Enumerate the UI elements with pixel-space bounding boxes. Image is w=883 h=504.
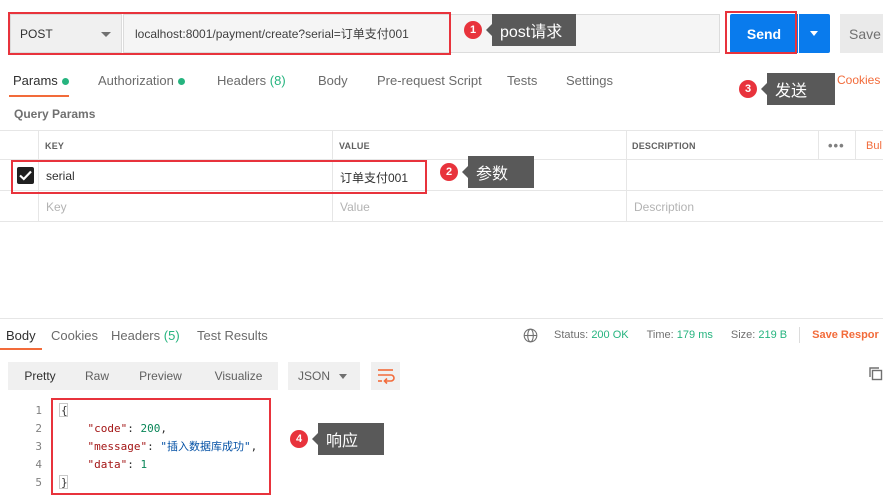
annotation-callout: 发送 [761,73,835,105]
active-tab-indicator [9,95,69,97]
response-headers-count: (5) [163,328,180,343]
wrap-lines-button[interactable] [371,362,400,390]
json-key: "data" [87,457,128,471]
tab-params[interactable]: Params [13,73,69,88]
column-key: KEY [45,141,65,151]
column-value: VALUE [339,141,370,151]
param-enabled-checkbox[interactable] [17,167,34,184]
json-key: "code" [87,421,128,435]
annotation-badge: 3 [739,80,757,98]
json-value: "插入数据库成功" [160,440,251,453]
json-value: 1 [140,457,148,471]
more-options-icon[interactable]: ••• [828,138,845,153]
code-text: "data": 1 [87,457,148,471]
annotation-callout: 参数 [462,156,534,188]
send-button[interactable]: Send [730,14,798,53]
annotation-callout: post请求 [486,14,576,46]
headers-count: (8) [269,73,286,88]
new-description-input[interactable]: Description [634,200,694,214]
format-pretty[interactable]: Pretty [8,362,72,390]
chevron-down-icon [339,374,347,379]
response-status-bar: Status: 200 OK Time: 179 ms Size: 219 B … [523,327,879,343]
method-select[interactable]: POST [10,14,122,53]
wrap-lines-icon [378,369,395,385]
json-value: 200 [140,421,161,435]
code-text: "code": 200, [87,421,168,435]
tab-body[interactable]: Body [318,73,348,88]
param-value-field[interactable]: 订单支付001 [340,169,408,186]
tab-prerequest-script[interactable]: Pre-request Script [377,73,482,88]
save-button[interactable]: Save [840,14,883,53]
status-value[interactable]: 200 OK [591,329,628,341]
chevron-down-icon [101,32,111,37]
tab-authorization[interactable]: Authorization [98,73,185,88]
divider [799,327,801,343]
tab-tests[interactable]: Tests [507,73,537,88]
language-value: JSON [298,369,331,383]
line-number: 2 [35,421,42,435]
format-raw[interactable]: Raw [72,362,122,390]
format-visualize[interactable]: Visualize [199,362,278,390]
new-value-input[interactable]: Value [340,200,370,214]
brace-match-highlight [59,475,68,489]
tab-headers[interactable]: Headers (8) [217,73,286,88]
request-bar: POST localhost:8001/payment/create?seria… [0,0,883,70]
active-response-tab-indicator [0,348,42,350]
url-input[interactable]: localhost:8001/payment/create?serial=订单支… [123,14,720,53]
table-header-row: KEY VALUE DESCRIPTION ••• Bul [0,130,883,160]
response-tab-body[interactable]: Body [6,328,36,343]
globe-icon[interactable] [523,328,538,343]
line-number: 3 [35,439,42,453]
language-select[interactable]: JSON [288,362,360,390]
code-line: 3 "message": "插入数据库成功", [0,437,883,455]
chevron-down-icon [810,31,818,36]
url-value: localhost:8001/payment/create?serial=订单支… [135,27,409,41]
json-key: "message" [87,440,148,453]
response-tab-cookies[interactable]: Cookies [51,328,98,343]
table-row-empty: Key Value Description [0,191,883,222]
save-response-button[interactable]: Save Respor [812,329,879,341]
status-label: Status: [554,329,589,341]
annotation-callout: 响应 [312,423,384,455]
code-text: "message": "插入数据库成功", [87,440,258,453]
size-value[interactable]: 219 B [758,329,787,341]
response-tab-headers[interactable]: Headers (5) [111,328,180,343]
tab-headers-label: Headers [217,73,267,88]
line-number: 1 [35,403,42,417]
tab-settings[interactable]: Settings [566,73,613,88]
code-line: 1 { [0,401,883,419]
time-label: Time: [646,329,674,341]
line-number: 4 [35,457,42,471]
cookies-link[interactable]: Cookies [837,73,880,87]
column-description: DESCRIPTION [632,141,696,151]
code-line: 4 "data": 1 [0,455,883,473]
format-preview[interactable]: Preview [122,362,199,390]
size-label: Size: [730,329,756,341]
query-params-title: Query Params [14,107,96,121]
annotation-badge: 1 [464,21,482,39]
time-value[interactable]: 179 ms [677,329,713,341]
response-tab-headers-label: Headers [111,328,161,343]
method-value: POST [20,26,53,41]
param-key-field[interactable]: serial [46,169,75,183]
line-number: 5 [35,475,42,489]
bulk-edit-link[interactable]: Bul [866,140,882,152]
annotation-badge: 2 [440,163,458,181]
code-line: 5 } [0,473,883,491]
code-line: 2 "code": 200, [0,419,883,437]
send-options-button[interactable] [799,14,830,53]
tab-params-label: Params [13,73,58,88]
check-icon [19,170,32,181]
tab-authorization-label: Authorization [98,73,174,88]
active-dot-icon [61,78,69,86]
response-tab-test-results[interactable]: Test Results [197,328,268,343]
format-toggle-group: Pretty Raw Preview Visualize [8,362,278,390]
annotation-badge: 4 [290,430,308,448]
new-key-input[interactable]: Key [46,200,67,214]
copy-icon[interactable] [869,367,883,381]
active-dot-icon [177,78,185,86]
brace-match-highlight [59,403,68,417]
